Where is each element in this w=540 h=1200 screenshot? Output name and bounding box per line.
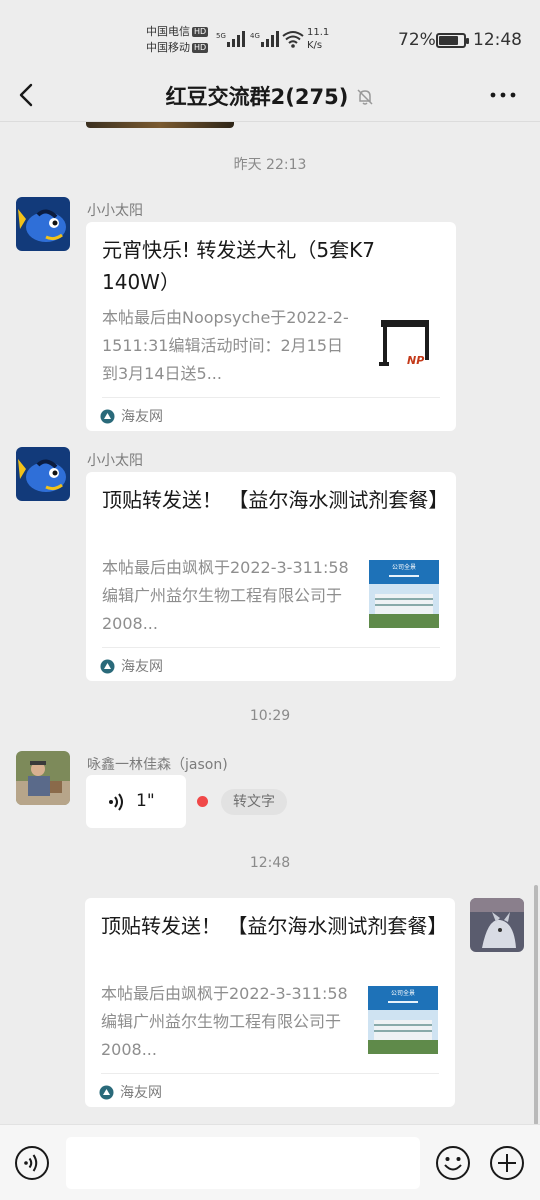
fish-avatar-image — [16, 447, 70, 501]
link-card[interactable]: 顶贴转发送！ 【益尔海水测试剂套餐】 本帖最后由飒枫于2022-3-311:58… — [86, 472, 456, 681]
fish-avatar-image — [16, 197, 70, 251]
network-speed: 11.1 K/s — [307, 26, 329, 52]
card-source: 海友网 — [99, 1082, 162, 1102]
previous-image-message[interactable] — [86, 122, 234, 128]
status-time: 12:48 — [473, 30, 522, 50]
convert-to-text-button[interactable]: 转文字 — [221, 789, 287, 815]
status-bar: 中国电信 HD 中国移动 HD 5G 4G 11.1 K/s 72% 12:48 — [0, 0, 540, 70]
hd-badge: HD — [192, 27, 209, 37]
link-card[interactable]: 顶贴转发送！ 【益尔海水测试剂套餐】 本帖最后由飒枫于2022-3-311:58… — [85, 898, 455, 1107]
card-description: 本帖最后由飒枫于2022-3-311:58编辑广州益尔生物工程有限公司于2008… — [101, 984, 348, 1059]
avatar[interactable] — [16, 197, 70, 251]
carrier-1: 中国电信 — [146, 25, 190, 38]
speed-value: 11.1 — [307, 27, 330, 38]
thumbnail-caption: 公司全景 — [391, 989, 415, 997]
voice-wave-icon — [109, 793, 123, 811]
card-thumbnail: 公司全景 — [369, 560, 439, 628]
voice-message[interactable]: 1" — [86, 775, 186, 828]
building-image: 公司全景 — [368, 986, 438, 1054]
source-name: 海友网 — [120, 1085, 162, 1101]
site-logo-icon — [100, 659, 115, 673]
card-description: 本帖最后由Noopsyche于2022-2-1511:31编辑活动时间：2月15… — [102, 308, 349, 383]
signal-5g-icon: 5G — [216, 31, 245, 47]
card-source: 海友网 — [100, 406, 163, 426]
avatar[interactable] — [16, 447, 70, 501]
voice-input-icon[interactable] — [14, 1145, 50, 1181]
network-label-1: 5G — [216, 32, 226, 40]
card-divider — [102, 397, 440, 398]
scrollbar[interactable] — [534, 885, 538, 1125]
timestamp: 10:29 — [249, 708, 291, 724]
lamp-image: NP — [375, 314, 445, 382]
voice-duration: 1" — [136, 791, 155, 811]
battery-icon — [436, 33, 469, 48]
carrier-info: 中国电信 HD 中国移动 HD — [146, 24, 209, 56]
card-source: 海友网 — [100, 656, 163, 676]
page-title: 红豆交流群2(275) — [0, 81, 540, 111]
network-label-2: 4G — [250, 32, 260, 40]
card-title: 顶贴转发送！ 【益尔海水测试剂套餐】 — [101, 914, 448, 938]
sender-name: 小小太阳 — [87, 453, 143, 469]
my-avatar[interactable] — [470, 898, 524, 952]
timestamp: 12:48 — [249, 855, 291, 871]
card-divider — [101, 1073, 439, 1074]
source-name: 海友网 — [121, 659, 163, 675]
battery-fill — [439, 36, 458, 45]
chat-title: 红豆交流群2(275) — [165, 85, 349, 109]
cat-avatar-image — [470, 898, 524, 952]
chat-header: 红豆交流群2(275) — [0, 70, 540, 122]
svg-text:NP: NP — [407, 354, 424, 367]
person-avatar-image — [16, 751, 70, 805]
card-thumbnail: 公司全景 — [368, 986, 438, 1054]
unread-dot — [197, 796, 208, 807]
battery-percent: 72% — [398, 30, 436, 50]
timestamp: 昨天 22:13 — [233, 157, 307, 173]
message-input[interactable] — [66, 1137, 420, 1189]
source-name: 海友网 — [121, 409, 163, 425]
hd-badge: HD — [192, 43, 209, 53]
emoji-icon[interactable] — [435, 1145, 471, 1181]
more-dots-icon[interactable] — [488, 82, 518, 108]
card-thumbnail: NP — [375, 314, 445, 382]
sender-name: 咏鑫一林佳森（jason) — [87, 757, 228, 773]
site-logo-icon — [100, 409, 115, 423]
speed-unit: K/s — [307, 40, 323, 51]
signal-4g-icon: 4G — [250, 31, 279, 47]
thumbnail-caption: 公司全景 — [392, 563, 416, 571]
input-bar — [0, 1124, 540, 1200]
card-description: 本帖最后由飒枫于2022-3-311:58编辑广州益尔生物工程有限公司于2008… — [102, 558, 349, 633]
sender-name: 小小太阳 — [87, 203, 143, 219]
card-divider — [102, 647, 440, 648]
plus-icon[interactable] — [489, 1145, 525, 1181]
wifi-icon — [282, 31, 304, 48]
building-image: 公司全景 — [369, 560, 439, 628]
site-logo-icon — [99, 1085, 114, 1099]
card-title: 元宵快乐! 转发送大礼（5套K7 140W） — [102, 238, 375, 294]
card-title: 顶贴转发送！ 【益尔海水测试剂套餐】 — [102, 488, 449, 512]
bell-off-icon — [357, 89, 373, 105]
avatar[interactable] — [16, 751, 70, 805]
link-card[interactable]: 元宵快乐! 转发送大礼（5套K7 140W） 本帖最后由Noopsyche于20… — [86, 222, 456, 431]
carrier-2: 中国移动 — [146, 41, 190, 54]
